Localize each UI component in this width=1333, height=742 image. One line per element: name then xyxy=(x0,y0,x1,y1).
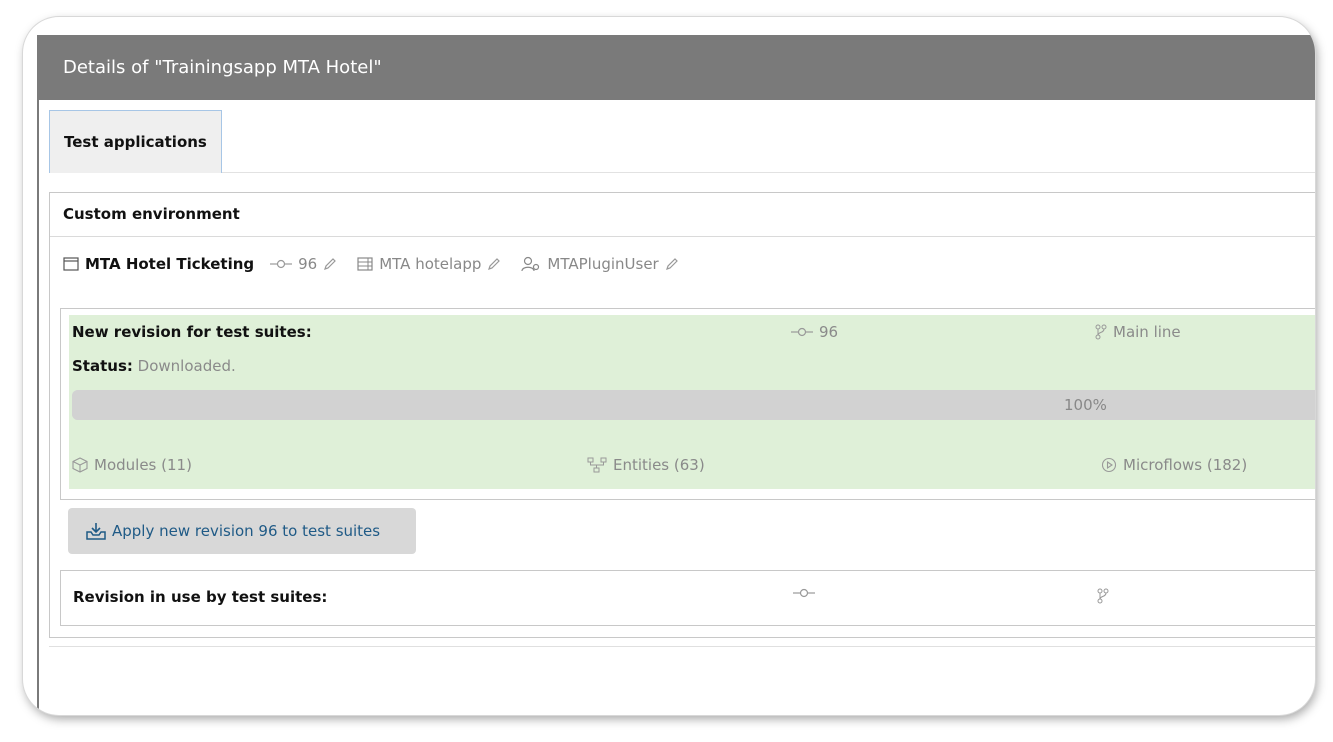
apply-revision-button[interactable]: Apply new revision 96 to test suites xyxy=(68,508,416,554)
revision-in-use-number xyxy=(793,588,821,598)
app-info-row: MTA Hotel Ticketing 96 MTA hotelapp MTAP… xyxy=(63,251,679,277)
commit-icon xyxy=(270,259,293,269)
window-frame: Details of "Trainingsapp MTA Hotel" Test… xyxy=(23,17,1315,715)
divider xyxy=(49,646,1315,647)
download-progress-bar: 100% xyxy=(72,390,1315,420)
branch-icon xyxy=(1097,588,1109,604)
entities-icon xyxy=(587,457,607,473)
tab-bar: Test applications xyxy=(49,110,1315,173)
revision-in-use-branch xyxy=(1097,588,1115,604)
play-circle-icon xyxy=(1101,457,1117,473)
branch-icon xyxy=(1095,324,1107,340)
revision-in-use-label: Revision in use by test suites: xyxy=(73,588,328,606)
new-revision-number: 96 xyxy=(791,323,838,341)
apply-button-label: Apply new revision 96 to test suites xyxy=(112,522,381,540)
details-view: Details of "Trainingsapp MTA Hotel" Test… xyxy=(37,35,1315,715)
edit-revision-pencil-icon[interactable] xyxy=(323,257,337,271)
new-revision-panel: New revision for test suites: 96 Main li… xyxy=(69,315,1315,489)
app-server: MTA hotelapp xyxy=(379,255,482,273)
window-icon xyxy=(63,257,79,271)
environment-panel: Custom environment MTA Hotel Ticketing 9… xyxy=(49,192,1315,638)
new-revision-label: New revision for test suites: xyxy=(72,323,312,341)
download-tray-icon xyxy=(86,522,106,540)
app-user: MTAPluginUser xyxy=(547,255,659,273)
status-label: Status: xyxy=(72,357,133,375)
progress-fill xyxy=(72,390,1315,420)
cube-icon xyxy=(72,457,88,473)
edit-user-pencil-icon[interactable] xyxy=(665,257,679,271)
new-revision-branch: Main line xyxy=(1095,323,1181,341)
microflows-count: Microflows (182) xyxy=(1101,456,1247,474)
user-settings-icon xyxy=(521,256,541,272)
entities-count: Entities (63) xyxy=(587,456,705,474)
tab-test-applications[interactable]: Test applications xyxy=(49,110,222,173)
status-value: Downloaded. xyxy=(137,357,236,375)
new-revision-box: New revision for test suites: 96 Main li… xyxy=(60,308,1315,500)
edit-server-pencil-icon[interactable] xyxy=(487,257,501,271)
modules-count: Modules (11) xyxy=(72,456,192,474)
server-icon xyxy=(357,257,373,271)
progress-text: 100% xyxy=(1064,396,1107,414)
commit-icon xyxy=(791,327,813,337)
app-revision: 96 xyxy=(298,255,318,273)
page-title: Details of "Trainingsapp MTA Hotel" xyxy=(63,57,382,78)
status-line: Status: Downloaded. xyxy=(72,357,236,375)
revision-in-use-box: Revision in use by test suites: xyxy=(60,570,1315,626)
page-header: Details of "Trainingsapp MTA Hotel" xyxy=(39,35,1315,100)
app-name: MTA Hotel Ticketing xyxy=(85,255,255,273)
commit-icon xyxy=(793,588,815,598)
environment-title: Custom environment xyxy=(50,193,1315,237)
